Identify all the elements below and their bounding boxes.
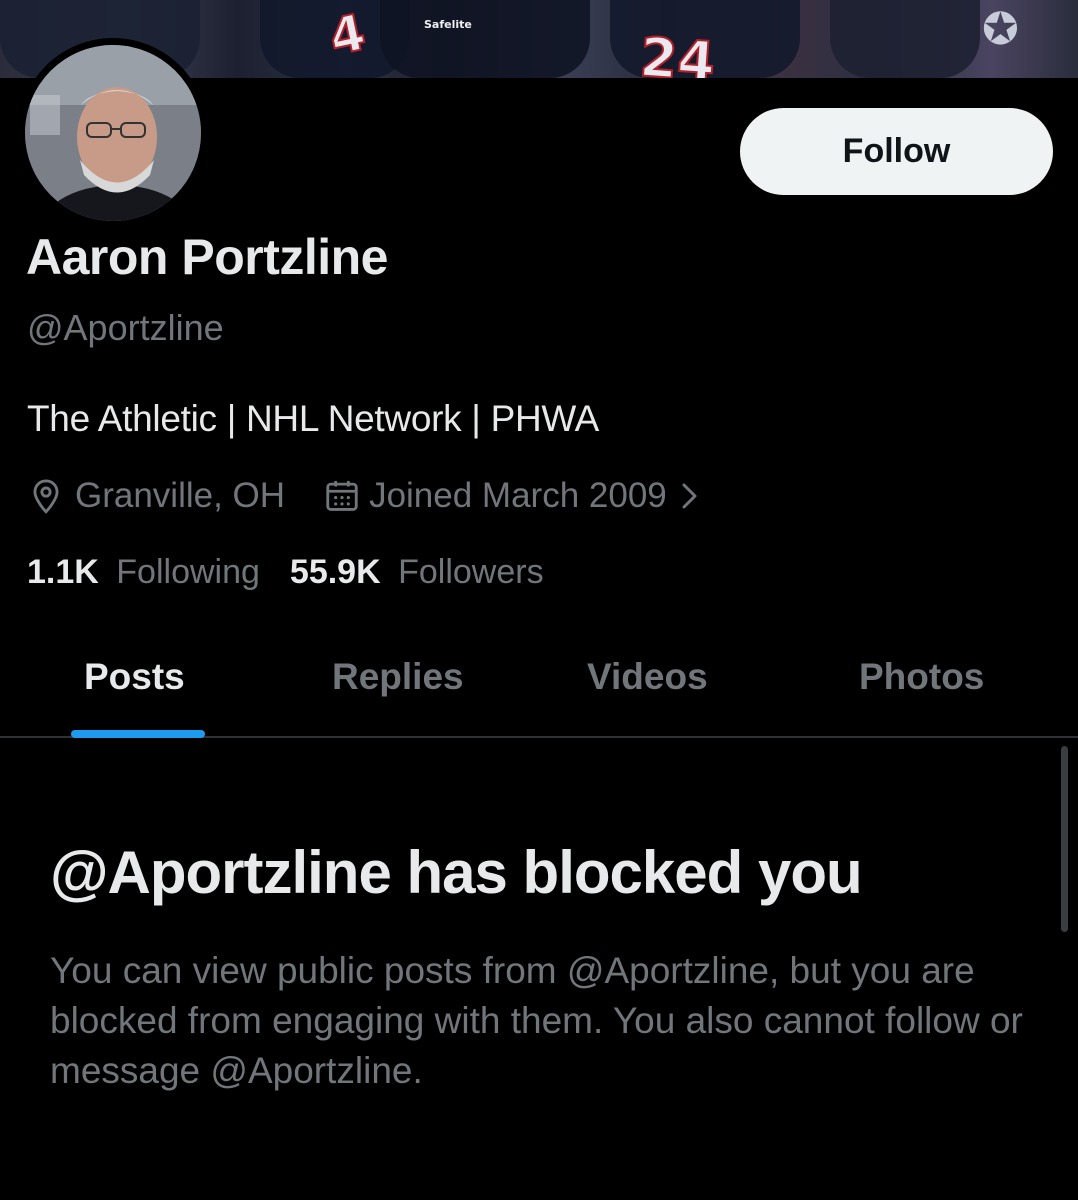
banner-sponsor-patch: Safelite bbox=[424, 18, 472, 31]
tab-posts[interactable]: Posts bbox=[84, 640, 185, 736]
location-text: Granville, OH bbox=[75, 476, 286, 515]
profile-handle: @Aportzline bbox=[27, 307, 224, 348]
follow-button[interactable]: Follow bbox=[740, 108, 1053, 195]
location-pin-icon bbox=[27, 477, 65, 515]
blocked-title: @Aportzline has blocked you bbox=[50, 839, 863, 906]
profile-joined[interactable]: Joined March 2009 bbox=[323, 476, 701, 516]
tab-replies[interactable]: Replies bbox=[332, 640, 464, 736]
followers-count: 55.9K bbox=[289, 553, 381, 591]
followers-link[interactable]: 55.9K Followers bbox=[290, 553, 544, 592]
profile-stats: 1.1K Following 55.9K Followers bbox=[27, 553, 544, 592]
calendar-icon bbox=[323, 477, 361, 515]
blocked-message: You can view public posts from @Aportzli… bbox=[50, 950, 1023, 1091]
chevron-right-icon bbox=[679, 481, 701, 511]
profile-location: Granville, OH bbox=[27, 476, 285, 516]
profile-tabs: Posts Replies Videos Photos bbox=[0, 640, 1078, 738]
following-link[interactable]: 1.1K Following bbox=[27, 553, 260, 592]
tab-videos[interactable]: Videos bbox=[587, 640, 708, 736]
avatar-portrait-icon bbox=[25, 45, 201, 221]
scrollbar[interactable] bbox=[1061, 746, 1068, 932]
banner-jersey bbox=[380, 0, 590, 78]
avatar-photo bbox=[25, 45, 201, 221]
profile-bio: The Athletic | NHL Network | PHWA bbox=[27, 398, 600, 439]
avatar[interactable] bbox=[18, 38, 208, 228]
active-tab-indicator bbox=[71, 730, 205, 738]
banner-jersey-number: 24 bbox=[637, 24, 718, 78]
display-name: Aaron Portzline bbox=[26, 229, 388, 285]
joined-text: Joined March 2009 bbox=[369, 476, 667, 515]
followers-label: Followers bbox=[398, 553, 544, 591]
tab-photos[interactable]: Photos bbox=[859, 640, 984, 736]
following-count: 1.1K bbox=[27, 553, 99, 591]
following-label: Following bbox=[116, 553, 260, 591]
profile-meta: Granville, OH Joined March 2009 bbox=[27, 474, 701, 518]
team-logo-icon: ✪ bbox=[982, 5, 1019, 54]
banner-jersey bbox=[830, 0, 980, 78]
